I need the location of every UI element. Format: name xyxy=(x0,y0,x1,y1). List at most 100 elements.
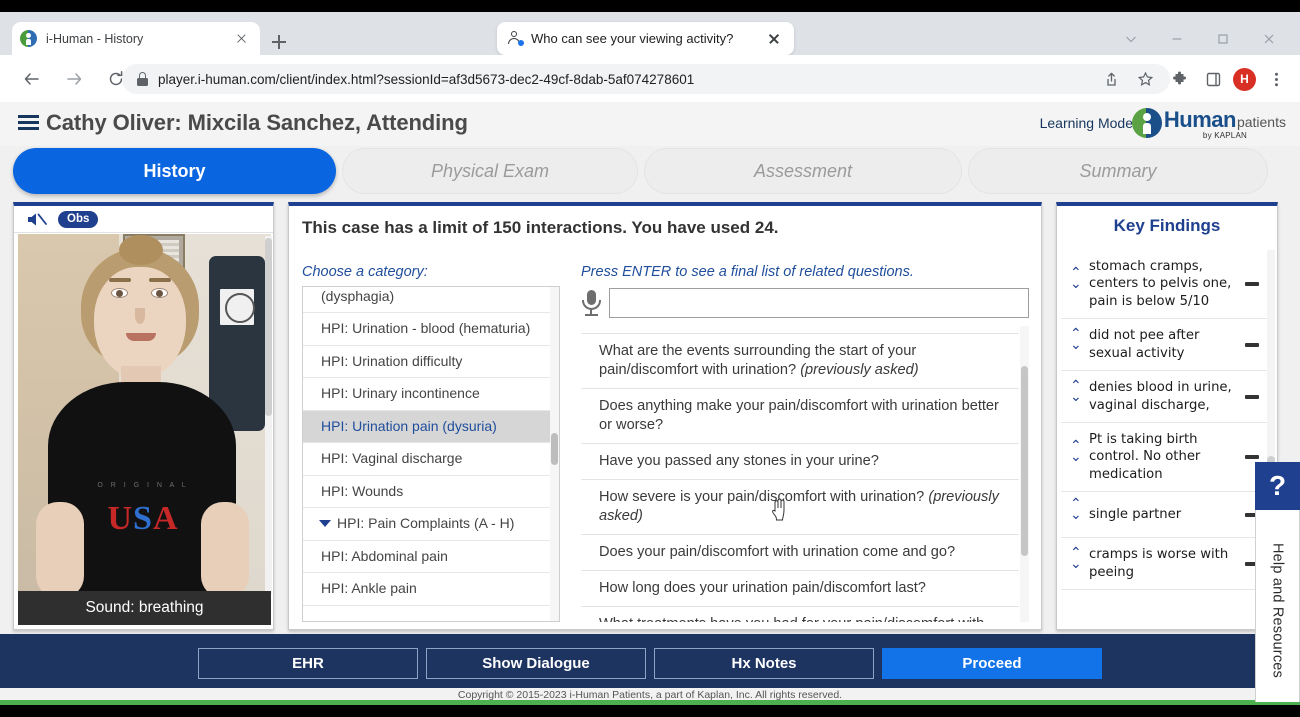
help-question-mark-icon[interactable]: ? xyxy=(1255,462,1300,510)
chevron-down-icon[interactable] xyxy=(1108,22,1154,55)
bookmark-star-icon[interactable] xyxy=(1131,65,1159,93)
close-tab-icon[interactable] xyxy=(232,29,252,49)
patient-avatar-panel: Obs O R I G I N A L U S A Sound: breathi… xyxy=(13,202,274,630)
key-finding-row[interactable]: stomach cramps, centers to pelvis one, p… xyxy=(1061,250,1267,320)
obs-button[interactable]: Obs xyxy=(58,210,99,228)
minimize-window-icon[interactable] xyxy=(1154,22,1200,55)
remove-finding-icon[interactable] xyxy=(1245,342,1259,347)
hx-notes-button[interactable]: Hx Notes xyxy=(654,648,874,679)
new-tab-button[interactable] xyxy=(266,29,292,55)
browser-tab[interactable]: i-Human - History xyxy=(12,22,260,55)
help-and-resources-tab[interactable]: ? Help and Resources xyxy=(1255,462,1300,702)
close-notification-icon[interactable] xyxy=(764,29,784,49)
reorder-arrows-icon[interactable] xyxy=(1068,437,1082,466)
remove-finding-icon[interactable] xyxy=(1245,282,1259,287)
key-finding-row[interactable]: denies blood in urine, vaginal discharge… xyxy=(1061,371,1267,423)
ehr-button[interactable]: EHR xyxy=(198,648,418,679)
share-icon[interactable] xyxy=(1097,65,1125,93)
interaction-limit-notice: This case has a limit of 150 interaction… xyxy=(302,218,779,237)
category-item[interactable]: HPI: Ankle pain xyxy=(303,573,554,606)
category-item[interactable]: HPI: Vaginal discharge xyxy=(303,443,554,476)
question-item[interactable]: Have you passed any stones in your urine… xyxy=(581,444,1019,480)
tab-summary[interactable]: Summary xyxy=(968,148,1268,194)
learning-mode-link[interactable]: Learning Mode xyxy=(1040,115,1133,131)
question-input-row xyxy=(581,286,1029,320)
patient-video[interactable]: O R I G I N A L USA xyxy=(18,234,271,596)
category-list[interactable]: HPI: Swallowing problems (dysphagia) HPI… xyxy=(302,286,560,622)
question-text: Does your pain/discomfort with urination… xyxy=(599,543,956,560)
side-panel-icon[interactable] xyxy=(1199,65,1227,93)
remove-finding-icon[interactable] xyxy=(1245,455,1259,460)
reorder-arrows-icon[interactable] xyxy=(1068,377,1082,406)
tab-physical-exam[interactable]: Physical Exam xyxy=(342,148,638,194)
viewing-activity-notification[interactable]: Who can see your viewing activity? xyxy=(497,22,794,55)
question-item-clipped[interactable]: asked) xyxy=(581,326,1019,334)
category-item-selected[interactable]: HPI: Urination pain (dysuria) xyxy=(303,410,554,443)
key-findings-list[interactable]: stomach cramps, centers to pelvis one, p… xyxy=(1061,250,1267,628)
reorder-arrows-icon[interactable] xyxy=(1068,264,1082,293)
muted-speaker-icon[interactable] xyxy=(26,211,48,228)
reorder-arrows-icon[interactable] xyxy=(1068,325,1082,354)
help-tab-label-wrap[interactable]: Help and Resources xyxy=(1255,510,1300,702)
maximize-window-icon[interactable] xyxy=(1200,22,1246,55)
address-bar[interactable]: player.i-human.com/client/index.html?ses… xyxy=(122,64,1170,94)
question-item[interactable]: What treatments have you had for your pa… xyxy=(581,607,1019,622)
question-item[interactable]: How long does your urination pain/discom… xyxy=(581,571,1019,607)
category-item[interactable]: HPI: Wounds xyxy=(303,476,554,508)
reorder-arrows-icon[interactable] xyxy=(1068,544,1082,573)
category-item[interactable]: HPI: Swallowing problems (dysphagia) xyxy=(303,287,554,313)
category-item[interactable]: HPI: Urination - blood (hematuria) xyxy=(303,313,554,346)
back-icon[interactable] xyxy=(16,63,48,95)
key-finding-row[interactable]: cramps is worse with peeing xyxy=(1061,538,1267,591)
category-group-pain-complaints[interactable]: HPI: Pain Complaints (A - H) xyxy=(303,508,554,541)
history-interview-panel: This case has a limit of 150 interaction… xyxy=(288,202,1042,630)
category-item[interactable]: HPI: Urination difficulty xyxy=(303,346,554,378)
profile-avatar[interactable]: H xyxy=(1233,67,1256,91)
stethoscope-decor xyxy=(221,354,255,414)
key-finding-row[interactable]: Pt is taking birth control. No other med… xyxy=(1061,423,1267,493)
page-title: Cathy Oliver: Mixcila Sanchez, Attending xyxy=(46,110,468,135)
browser-menu-icon[interactable] xyxy=(1262,65,1290,93)
category-scrollbar-thumb[interactable] xyxy=(551,433,558,465)
question-text: What treatments have you had for your pa… xyxy=(599,616,984,622)
avatar-scrollbar-thumb[interactable] xyxy=(265,238,272,416)
patient-video-scene: O R I G I N A L USA xyxy=(18,234,271,596)
question-search-input[interactable] xyxy=(609,288,1029,318)
category-item[interactable]: HPI: Urinary incontinence xyxy=(303,378,554,411)
extensions-puzzle-icon[interactable] xyxy=(1165,65,1193,93)
category-item[interactable]: HPI: Abdominal pain xyxy=(303,541,554,573)
toolbar-icons: H xyxy=(1097,64,1290,94)
proceed-button[interactable]: Proceed xyxy=(882,648,1102,679)
question-item[interactable]: What are the events surrounding the star… xyxy=(581,334,1019,389)
question-item[interactable]: Does your pain/discomfort with urination… xyxy=(581,535,1019,571)
question-text: Have you passed any stones in your urine… xyxy=(599,452,879,469)
browser-tabstrip: i-Human - History Who can see your viewi… xyxy=(0,0,1300,55)
question-item[interactable]: Does anything make your pain/discomfort … xyxy=(581,389,1019,444)
key-finding-text: Pt is taking birth control. No other med… xyxy=(1089,431,1201,482)
chevron-down-icon xyxy=(319,520,331,527)
tab-assessment[interactable]: Assessment xyxy=(644,148,962,194)
key-finding-text: single partner xyxy=(1089,507,1182,522)
menu-hamburger-icon[interactable] xyxy=(18,114,39,132)
app-header: Cathy Oliver: Mixcila Sanchez, Attending… xyxy=(0,102,1300,146)
choose-category-label: Choose a category: xyxy=(302,264,428,280)
reorder-arrows-icon[interactable] xyxy=(1068,495,1082,524)
footer-buttons: EHR Show Dialogue Hx Notes Proceed xyxy=(0,648,1300,679)
close-window-icon[interactable] xyxy=(1246,22,1292,55)
key-finding-text: denies blood in urine, vaginal discharge… xyxy=(1089,380,1232,413)
show-dialogue-button[interactable]: Show Dialogue xyxy=(426,648,646,679)
key-finding-text: stomach cramps, centers to pelvis one, p… xyxy=(1089,259,1232,309)
ihuman-logo-mark-icon xyxy=(1131,108,1162,138)
key-finding-row[interactable]: did not pee after sexual activity xyxy=(1061,319,1267,372)
question-list[interactable]: asked) What are the events surrounding t… xyxy=(581,326,1029,622)
question-scrollbar-thumb[interactable] xyxy=(1021,366,1028,556)
question-text: How severe is your pain/discomfort with … xyxy=(599,488,925,505)
forward-icon[interactable] xyxy=(58,63,90,95)
key-findings-panel: Key Findings stomach cramps, centers to … xyxy=(1056,202,1278,630)
key-finding-row[interactable]: single partner xyxy=(1061,492,1267,539)
remove-finding-icon[interactable] xyxy=(1245,394,1259,399)
microphone-icon[interactable] xyxy=(581,290,601,316)
press-enter-label: Press ENTER to see a final list of relat… xyxy=(581,264,914,280)
tab-history[interactable]: History xyxy=(13,148,336,194)
question-item[interactable]: How severe is your pain/discomfort with … xyxy=(581,480,1019,535)
